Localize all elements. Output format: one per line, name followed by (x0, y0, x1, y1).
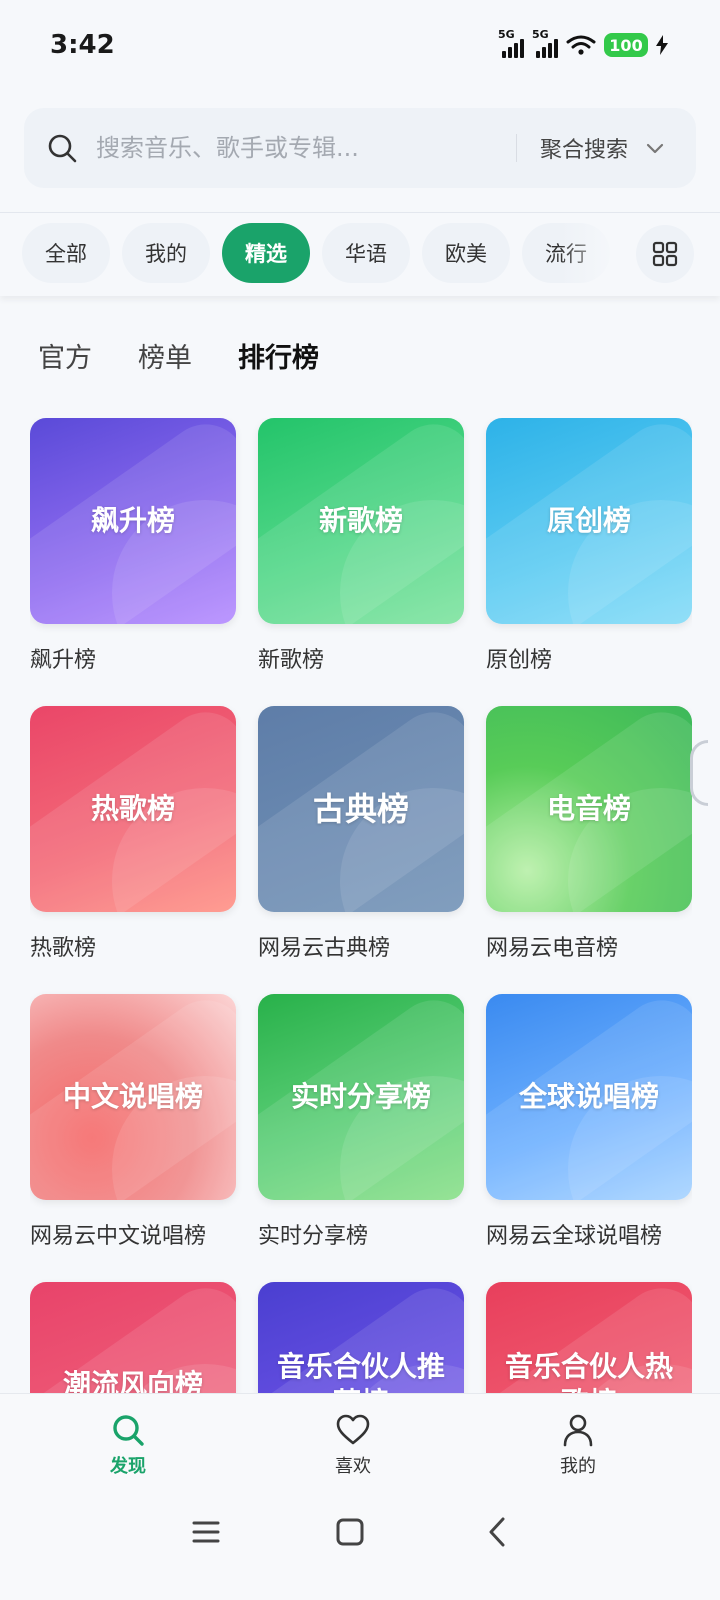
chart-cover[interactable]: 全球说唱榜 (486, 994, 692, 1200)
chart-card[interactable]: 电音榜 网易云电音榜 (486, 706, 692, 962)
system-navigation-bar (0, 1504, 720, 1564)
chart-cover-title: 音乐合伙人热歌榜 (504, 1350, 673, 1393)
chart-cover[interactable]: 电音榜 (486, 706, 692, 912)
chart-cover[interactable]: 音乐合伙人热歌榜 (486, 1282, 692, 1393)
chart-cover[interactable]: 新歌榜 (258, 418, 464, 624)
nav-label: 喜欢 (335, 1456, 371, 1477)
chart-caption: 网易云中文说唱榜 (30, 1224, 207, 1249)
charging-bolt-icon (656, 35, 668, 55)
tab-rankings[interactable]: 排行榜 (238, 336, 319, 375)
wifi-icon (566, 35, 596, 55)
network-type-label: 5G (498, 28, 515, 41)
search-input[interactable] (96, 126, 476, 170)
nav-label: 我的 (560, 1456, 596, 1477)
all-categories-button[interactable] (636, 225, 694, 283)
chart-card[interactable]: 潮流风向榜 (30, 1282, 236, 1393)
nav-label: 发现 (110, 1456, 146, 1477)
chart-card[interactable]: 音乐合伙人推荐榜 (258, 1282, 464, 1393)
user-icon (563, 1414, 593, 1447)
chip-scroll-fade (560, 219, 620, 289)
category-chips: 全部 我的 精选 华语 欧美 流行 (22, 223, 610, 283)
bottom-nav: 发现 喜欢 我的 (0, 1393, 720, 1600)
category-chip-all[interactable]: 全部 (22, 223, 110, 283)
chart-cover[interactable]: 古典榜 (258, 706, 464, 912)
status-icons: 5G 5G 100 (498, 28, 668, 60)
chart-card[interactable]: 全球说唱榜 网易云全球说唱榜 (486, 994, 692, 1250)
chart-card[interactable]: 中文说唱榜 网易云中文说唱榜 (30, 994, 236, 1250)
menu-icon[interactable] (184, 1510, 228, 1554)
chart-card[interactable]: 热歌榜 热歌榜 (30, 706, 236, 962)
chart-caption: 实时分享榜 (258, 1224, 369, 1249)
category-chip-featured[interactable]: 精选 (222, 223, 310, 283)
chart-cover-title: 原创榜 (546, 504, 631, 537)
chart-cover-title: 新歌榜 (318, 504, 403, 537)
sub-tabs: 官方 榜单 排行榜 (38, 336, 319, 375)
chart-caption: 飙升榜 (30, 648, 97, 673)
chart-card[interactable]: 原创榜 原创榜 (486, 418, 692, 674)
chart-cover-title: 飙升榜 (90, 504, 175, 537)
cellular-signal-icon: 5G (498, 28, 524, 58)
chart-card[interactable]: 新歌榜 新歌榜 (258, 418, 464, 674)
chart-cover-title: 古典榜 (312, 790, 409, 828)
chart-cover-title: 热歌榜 (90, 792, 175, 825)
chart-caption: 网易云电音榜 (486, 936, 619, 961)
home-square-icon[interactable] (328, 1510, 372, 1554)
network-type-label: 5G (532, 28, 549, 41)
search-icon (48, 134, 77, 163)
chart-caption: 网易云古典榜 (258, 936, 391, 961)
chart-cover[interactable]: 飙升榜 (30, 418, 236, 624)
chart-caption: 新歌榜 (258, 648, 325, 673)
category-chip-western[interactable]: 欧美 (422, 223, 510, 283)
chart-cover[interactable]: 中文说唱榜 (30, 994, 236, 1200)
chart-card[interactable]: 古典榜 网易云古典榜 (258, 706, 464, 962)
category-chip-chinese[interactable]: 华语 (322, 223, 410, 283)
grid-icon (652, 241, 678, 267)
nav-item-likes[interactable]: 喜欢 (293, 1412, 413, 1492)
cellular-signal-icon: 5G (532, 28, 558, 58)
chart-cover[interactable]: 原创榜 (486, 418, 692, 624)
battery-indicator: 100 (604, 33, 648, 57)
chart-cover-title: 全球说唱榜 (518, 1080, 659, 1113)
status-bar: 3:42 5G 5G 100 (0, 0, 720, 92)
chart-card[interactable]: 飙升榜 飙升榜 (30, 418, 236, 674)
tab-charts[interactable]: 榜单 (138, 336, 192, 375)
search-mode-label: 聚合搜索 (540, 138, 629, 163)
chevron-down-icon (646, 143, 664, 154)
status-time: 3:42 (50, 30, 115, 60)
category-bar: 全部 我的 精选 华语 欧美 流行 (0, 212, 720, 296)
search-bar: 聚合搜索 (24, 108, 696, 188)
search-divider (516, 134, 517, 162)
category-chip-mine[interactable]: 我的 (122, 223, 210, 283)
chart-grid: 飙升榜 飙升榜 新歌榜 新歌榜 原创榜 原创榜 热歌榜 热歌榜 古典榜 网易云古… (30, 418, 692, 1393)
chart-cover-title: 中文说唱榜 (62, 1080, 203, 1113)
tab-official[interactable]: 官方 (38, 336, 92, 375)
nav-item-discover[interactable]: 发现 (68, 1412, 188, 1492)
chart-cover-title: 电音榜 (546, 792, 631, 825)
chart-cover[interactable]: 音乐合伙人推荐榜 (258, 1282, 464, 1393)
back-icon[interactable] (476, 1510, 520, 1554)
chart-card[interactable]: 音乐合伙人热歌榜 (486, 1282, 692, 1393)
chart-caption: 网易云全球说唱榜 (486, 1224, 663, 1249)
chart-caption: 原创榜 (486, 648, 553, 673)
edge-scroll-handle[interactable] (690, 740, 708, 806)
chart-cover-title: 实时分享榜 (290, 1080, 431, 1113)
heart-icon (336, 1414, 370, 1445)
nav-item-mine[interactable]: 我的 (518, 1412, 638, 1492)
chart-cover[interactable]: 热歌榜 (30, 706, 236, 912)
chart-cover[interactable]: 潮流风向榜 (30, 1282, 236, 1393)
search-icon (113, 1415, 144, 1446)
search-mode-dropdown[interactable]: 聚合搜索 (540, 108, 666, 188)
chart-cover-title: 潮流风向榜 (62, 1368, 203, 1393)
chart-card[interactable]: 实时分享榜 实时分享榜 (258, 994, 464, 1250)
chart-cover-title: 音乐合伙人推荐榜 (276, 1350, 445, 1393)
chart-cover[interactable]: 实时分享榜 (258, 994, 464, 1200)
chart-caption: 热歌榜 (30, 936, 97, 961)
